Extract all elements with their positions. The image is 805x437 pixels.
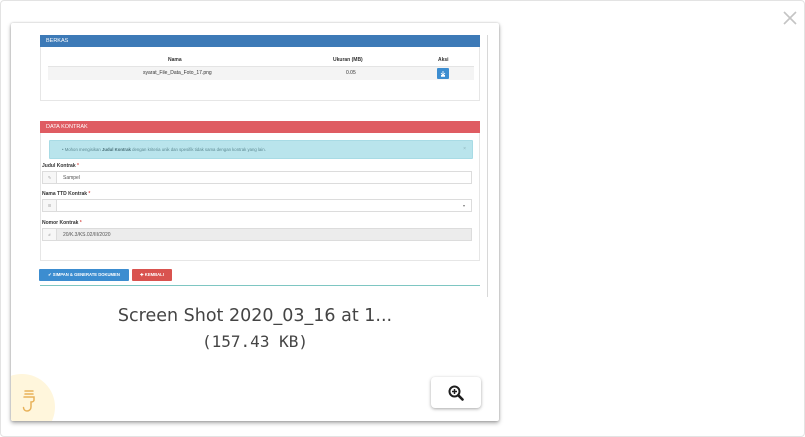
stamp-icon[interactable] [21,389,37,418]
close-icon[interactable] [781,9,799,27]
user-icon: ☰ [43,200,57,211]
file-name-cell: syarat_File_Data_Foto_17.png [143,70,212,76]
berkas-panel: Nama Ukuran (MB) Aksi syarat_File_Data_F… [40,47,480,101]
attachment-card: BERKAS Nama Ukuran (MB) Aksi syarat_File… [11,23,499,421]
table-row: syarat_File_Data_Foto_17.png 0.05 [48,66,474,80]
kontrak-panel-title: DATA KONTRAK [40,121,480,133]
col-nama: Nama [168,57,182,63]
table-header: Nama Ukuran (MB) Aksi [48,54,474,66]
alert-suffix: dengan kriteria unik dan spesifik tidak … [132,147,266,152]
thumbnail-edge [487,35,488,297]
berkas-panel-title: BERKAS [40,35,480,47]
kontrak-panel: • Mohon mengisikan Judul Kontrak dengan … [40,133,480,261]
ttd-select[interactable]: ☰ ▾ [42,199,472,212]
text-icon: ✎ [43,172,57,183]
file-size: (157.43 KB) [202,332,308,351]
nomor-input: # 20/K.3/KS.02/III/2020 [42,228,472,241]
screenshot-thumbnail[interactable]: BERKAS Nama Ukuran (MB) Aksi syarat_File… [33,35,488,297]
chevron-down-icon: ▾ [462,203,465,208]
judul-label: Judul Kontrak * [42,163,79,169]
info-alert: • Mohon mengisikan Judul Kontrak dengan … [49,140,473,159]
file-size-cell: 0.05 [346,70,356,76]
download-icon[interactable] [437,68,449,79]
back-button[interactable]: ✚ KEMBALI [132,269,172,281]
divider [40,285,480,286]
col-ukuran: Ukuran (MB) [333,57,363,63]
hash-icon: # [43,229,57,240]
attachment-preview-modal: BERKAS Nama Ukuran (MB) Aksi syarat_File… [0,0,805,437]
save-generate-button[interactable]: ✔ SIMPAN & GENERATE DOKUMEN [39,269,129,281]
alert-prefix: Mohon mengisikan [64,147,101,152]
zoom-in-icon [448,385,464,401]
alert-bold: Judul Kontrak [101,147,131,152]
zoom-button[interactable] [431,377,481,408]
nomor-label: Nomor Kontrak * [42,220,82,226]
alert-close-icon[interactable]: × [463,141,466,158]
judul-input[interactable]: ✎ Sampel [42,171,472,184]
ttd-label: Nama TTD Kontrak * [42,191,91,197]
file-name: Screen Shot 2020_03_16 at 1... [117,306,393,326]
col-aksi: Aksi [438,57,449,63]
